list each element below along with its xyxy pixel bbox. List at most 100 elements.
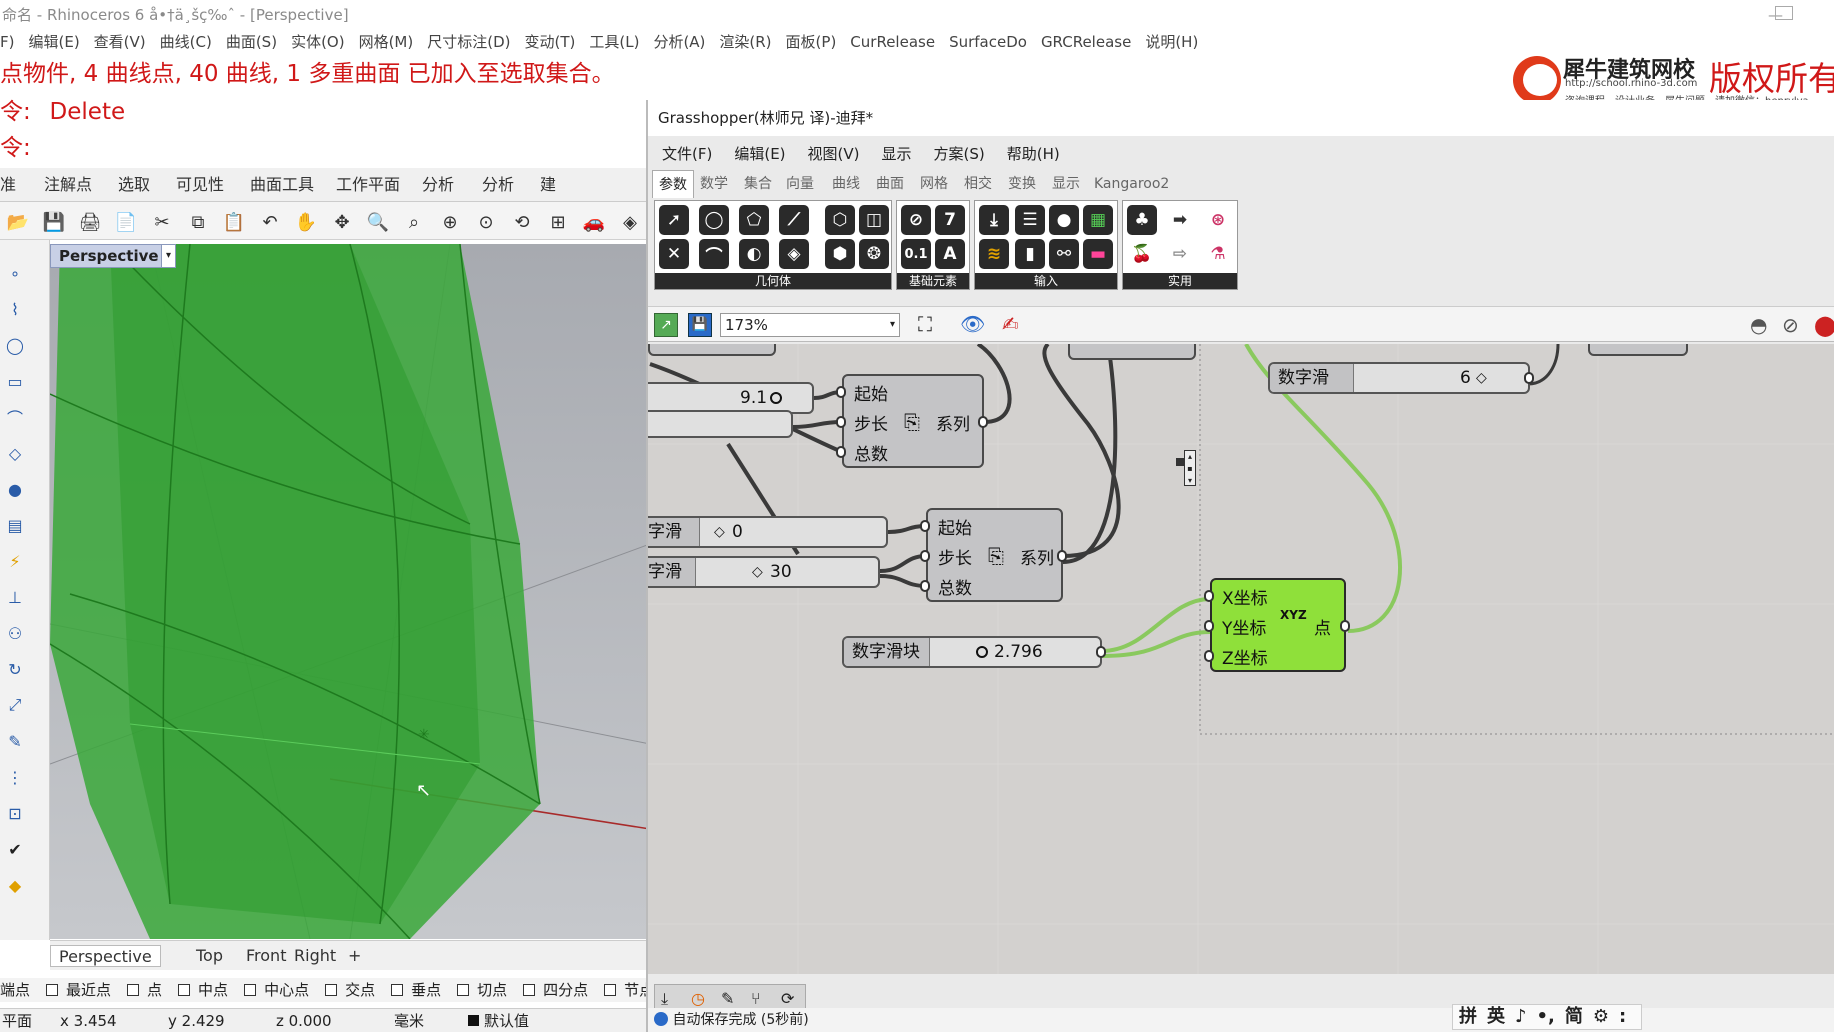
menu-item[interactable]: 变动(T) <box>525 33 576 51</box>
zoom-widget[interactable]: ▴ ▪ ▾ <box>1184 450 1196 486</box>
port-in[interactable] <box>836 386 846 398</box>
viewport-tab-right[interactable]: Right <box>286 945 344 967</box>
slider-grip-icon[interactable]: ◇ <box>752 564 763 580</box>
ime-item[interactable]: 英 <box>1487 1006 1505 1027</box>
osnap-checkbox[interactable] <box>178 984 191 996</box>
viewport-tab-top[interactable]: Top <box>188 945 231 967</box>
status-layer[interactable]: 默认值 <box>484 1009 529 1032</box>
menu-item[interactable]: 网格(M) <box>359 33 414 51</box>
construct-point-component[interactable]: X坐标 Y坐标 Z坐标 XYZ 点 <box>1210 578 1346 672</box>
array-icon[interactable]: ⋮ <box>2 764 28 790</box>
viewport-tab-perspective[interactable]: Perspective <box>50 945 161 967</box>
gh-menu-item[interactable]: 方案(S) <box>934 145 985 163</box>
perspective-viewport[interactable]: ✳ ↖ <box>50 244 650 939</box>
toolbar-tab[interactable]: 曲面工具 <box>250 168 314 201</box>
wire-icon[interactable]: ⑂ <box>751 989 761 1008</box>
menu-item[interactable]: 曲线(C) <box>160 33 212 51</box>
text-param-icon[interactable]: A <box>935 239 965 269</box>
toolbar-tab[interactable]: 选取 <box>118 168 150 201</box>
status-plane[interactable]: 平面 <box>2 1009 32 1032</box>
ime-toolbar[interactable]: 拼英 ♪ •, 简 ⚙: <box>1452 1004 1642 1030</box>
menu-item[interactable]: SurfaceDo <box>949 33 1027 51</box>
four-view-icon[interactable]: ⊞ <box>546 210 570 234</box>
osnap-item[interactable]: 四分点 <box>523 981 596 999</box>
slider-grip-icon[interactable] <box>770 392 782 404</box>
open-file-icon[interactable]: ↗ <box>654 313 678 337</box>
geometry-param-icon[interactable]: ❂ <box>859 239 889 269</box>
toolbar-tab[interactable]: 准 <box>0 168 16 201</box>
osnap-checkbox[interactable] <box>391 984 404 996</box>
mesh-param-icon[interactable]: ⬢ <box>825 239 855 269</box>
gh-tab[interactable]: 数学 <box>694 170 734 198</box>
number-slider-d[interactable]: 数字滑块 2.796 <box>842 636 1102 668</box>
gh-tab[interactable]: 曲面 <box>870 170 910 198</box>
port-in[interactable] <box>836 416 846 428</box>
gh-tab[interactable]: 向量 <box>780 170 820 198</box>
osnap-checkbox[interactable] <box>127 984 140 996</box>
menu-item[interactable]: 查看(V) <box>94 33 146 51</box>
timer-icon[interactable]: ◷ <box>691 989 705 1008</box>
gh-menu-item[interactable]: 帮助(H) <box>1007 145 1060 163</box>
osnap-checkbox[interactable] <box>604 984 617 996</box>
check-icon[interactable]: ✔ <box>2 836 28 862</box>
surface-icon[interactable]: ◇ <box>2 440 28 466</box>
rotate-view-icon[interactable]: ✥ <box>330 210 354 234</box>
ime-item[interactable]: : <box>1619 1006 1626 1027</box>
gh-menu-item[interactable]: 文件(F) <box>662 145 712 163</box>
zoom-extents-icon[interactable]: ⊕ <box>438 210 462 234</box>
port-in[interactable] <box>1204 590 1214 602</box>
fillet-icon[interactable]: ↻ <box>2 656 28 682</box>
undo-view-icon[interactable]: ⟲ <box>510 210 534 234</box>
gh-tab[interactable]: Kangaroo2 <box>1088 170 1175 198</box>
cluster-icon[interactable]: ♣ <box>1127 205 1157 235</box>
tools-icon[interactable]: ◆ <box>2 872 28 898</box>
paste-icon[interactable]: 📋 <box>222 210 246 234</box>
port-in[interactable] <box>836 446 846 458</box>
arrow-outline-icon[interactable]: ⇨ <box>1165 239 1195 269</box>
polyline-icon[interactable]: ⌇ <box>2 296 28 322</box>
osnap-item[interactable]: 点 <box>127 981 170 999</box>
port-out[interactable] <box>1524 372 1534 384</box>
gradient-param-icon[interactable]: ⚯ <box>1049 239 1079 269</box>
mesh-icon[interactable]: ▤ <box>2 512 28 538</box>
add-viewport-tab[interactable]: + <box>340 945 369 967</box>
gh-tab[interactable]: 变换 <box>1002 170 1042 198</box>
osnap-item[interactable]: 最近点 <box>46 981 119 999</box>
preview-shaded-icon[interactable]: ◓ <box>1750 313 1767 337</box>
preview-wire-icon[interactable]: ⊘ <box>1782 313 1799 337</box>
osnap-item[interactable]: 垂点 <box>391 981 449 999</box>
osnap-item[interactable]: 交点 <box>325 981 383 999</box>
chevron-down-icon[interactable]: ▾ <box>161 245 175 267</box>
osnap-item[interactable]: 切点 <box>457 981 515 999</box>
boolean-icon[interactable]: ⚇ <box>2 620 28 646</box>
component-partial-right[interactable] <box>1588 344 1688 356</box>
zoom-window-icon[interactable]: ⌕ <box>402 210 426 234</box>
new-icon[interactable]: 📄 <box>114 210 138 234</box>
curve-param-icon[interactable]: ⌒ <box>699 239 729 269</box>
component-partial-top[interactable] <box>1068 344 1196 360</box>
input-import-icon[interactable]: ⤓ <box>979 205 1009 235</box>
menu-item[interactable]: F) <box>0 33 14 51</box>
toolbar-tab[interactable]: 工作平面 <box>336 168 400 201</box>
circle-icon[interactable]: ◯ <box>2 332 28 358</box>
gh-tab[interactable]: 网格 <box>914 170 954 198</box>
ime-item[interactable]: •, <box>1537 1006 1555 1027</box>
osnap-checkbox[interactable] <box>457 984 470 996</box>
zoom-extents-icon[interactable]: ⛶ <box>918 312 932 336</box>
save-icon[interactable]: 💾 <box>42 210 66 234</box>
menu-item[interactable]: 实体(O) <box>291 33 345 51</box>
point-param-icon[interactable]: ✕ <box>659 239 689 269</box>
zoom-icon[interactable]: 🔍 <box>366 210 390 234</box>
slider-grip-icon[interactable] <box>976 646 988 658</box>
port-in[interactable] <box>1204 620 1214 632</box>
line-param-icon[interactable]: ⟋ <box>779 205 809 235</box>
save-file-icon[interactable]: 💾 <box>688 313 712 337</box>
graph-mapper-icon[interactable]: ≋ <box>979 239 1009 269</box>
command-prompt[interactable]: 令: <box>0 128 650 158</box>
arrow-right-icon[interactable]: ➡ <box>1165 205 1195 235</box>
menu-item[interactable]: 曲面(S) <box>226 33 277 51</box>
port-out[interactable] <box>1057 550 1067 562</box>
boolean-param-icon[interactable]: ⊘ <box>901 205 931 235</box>
menu-item[interactable]: CurRelease <box>850 33 935 51</box>
circle-param-icon[interactable]: ◯ <box>699 205 729 235</box>
